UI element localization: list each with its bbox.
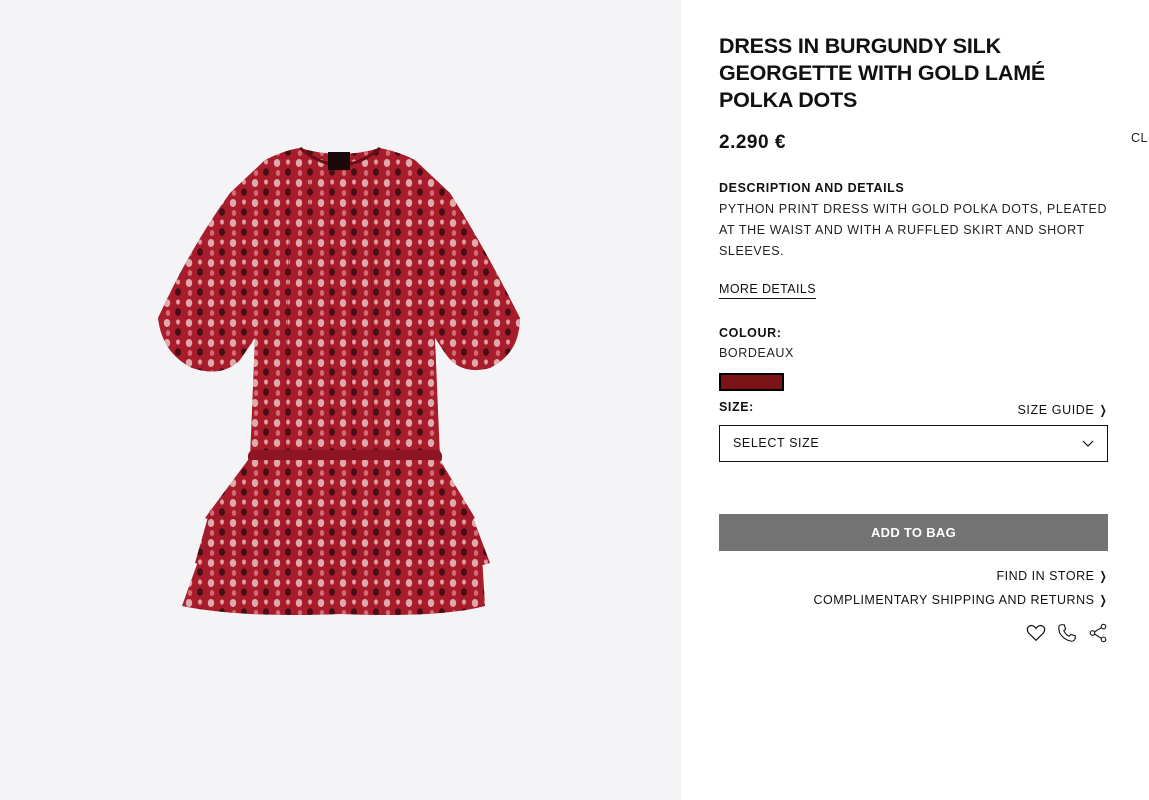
share-icon[interactable] — [1087, 622, 1109, 644]
action-icons — [1025, 622, 1109, 644]
chevron-right-icon: ❯ — [1099, 403, 1108, 417]
colour-swatch-bordeaux[interactable] — [719, 373, 784, 391]
chevron-right-icon: ❯ — [1100, 569, 1108, 583]
shipping-returns-label: COMPLIMENTARY SHIPPING AND RETURNS — [813, 593, 1095, 607]
chevron-down-icon — [1082, 440, 1094, 447]
phone-icon[interactable] — [1056, 622, 1078, 644]
description-text: PYTHON PRINT DRESS WITH GOLD POLKA DOTS,… — [719, 202, 1108, 258]
product-title: DRESS IN BURGUNDY SILK GEORGETTE WITH GO… — [719, 34, 1046, 112]
product-price: 2.290 € — [719, 132, 786, 153]
product-image-dress[interactable] — [140, 138, 540, 628]
more-details-link[interactable]: MORE DETAILS — [719, 282, 816, 299]
size-guide-label: SIZE GUIDE — [1017, 403, 1095, 417]
product-image-panel — [0, 0, 681, 800]
chevron-right-icon: ❯ — [1100, 593, 1108, 607]
colour-label: COLOUR: — [719, 326, 782, 340]
description-heading: DESCRIPTION AND DETAILS — [719, 181, 905, 195]
shipping-returns-link[interactable]: COMPLIMENTARY SHIPPING AND RETURNS ❯ — [814, 593, 1110, 607]
add-to-bag-button[interactable]: ADD TO BAG — [719, 514, 1108, 551]
size-select[interactable]: SELECT SIZE — [719, 425, 1108, 462]
size-label: SIZE: — [719, 400, 754, 414]
find-in-store-link[interactable]: FIND IN STORE ❯ — [996, 569, 1109, 583]
clipped-edge-text: CL — [1131, 131, 1148, 145]
find-in-store-label: FIND IN STORE — [996, 569, 1095, 583]
heart-icon[interactable] — [1025, 622, 1047, 644]
size-guide-link[interactable]: SIZE GUIDE ❯ — [1018, 403, 1110, 417]
size-select-label: SELECT SIZE — [733, 436, 820, 450]
colour-value: BORDEAUX — [719, 346, 794, 360]
